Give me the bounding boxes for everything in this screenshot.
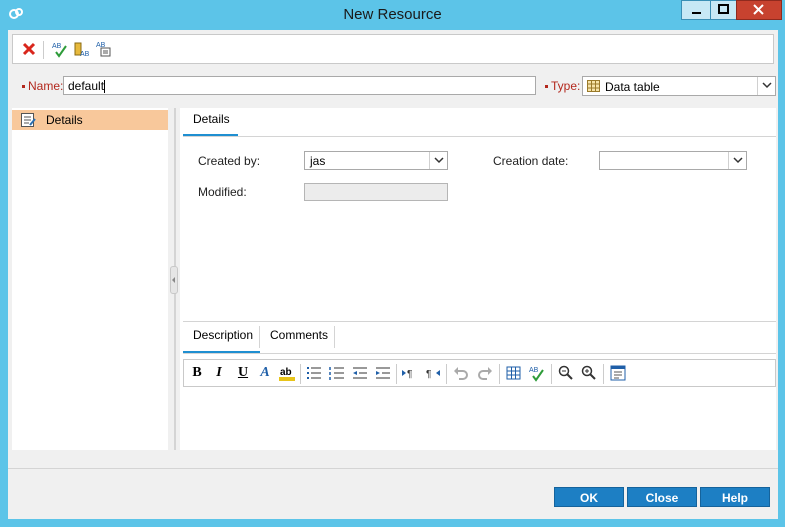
toolbar-separator	[551, 364, 552, 384]
modified-label: Modified:	[198, 185, 247, 199]
spell-check-icon[interactable]: AB	[51, 40, 69, 58]
numbered-list-icon[interactable]	[328, 364, 346, 382]
type-label-text: Type:	[551, 79, 581, 93]
view-html-icon[interactable]	[609, 364, 627, 382]
zoom-out-icon[interactable]	[557, 364, 575, 382]
help-button[interactable]: Help	[700, 487, 770, 507]
increase-indent-icon[interactable]	[374, 364, 392, 382]
details-icon	[21, 113, 36, 127]
highlight-icon[interactable]: ab	[278, 364, 296, 382]
tab-comments[interactable]: Comments	[270, 328, 328, 342]
spelling-options-icon[interactable]: AB	[95, 40, 113, 58]
type-label: Type:	[545, 79, 580, 93]
type-select-value: Data table	[605, 80, 660, 94]
nav-item-label: Details	[46, 113, 83, 127]
type-dropdown-arrow[interactable]	[757, 77, 775, 95]
delete-icon[interactable]	[20, 40, 38, 58]
font-color-icon[interactable]: A	[256, 364, 274, 382]
tab-divider	[183, 353, 776, 354]
data-table-icon	[587, 80, 600, 92]
svg-text:¶: ¶	[407, 369, 412, 380]
main-toolbar: AB AB AB	[12, 34, 774, 64]
rich-text-toolbar: B I U A ab ¶ ¶ AB	[183, 359, 776, 387]
footer-divider	[8, 468, 778, 469]
tab-description[interactable]: Description	[193, 328, 253, 342]
chevron-left-icon	[172, 277, 175, 283]
required-marker	[545, 85, 548, 89]
toolbar-separator	[300, 364, 301, 384]
dialog-body: AB AB AB Name: default Type: Data table	[8, 30, 778, 519]
side-navigation: Details	[12, 108, 168, 450]
details-panel: Details Created by: jas Creation date: M…	[180, 108, 776, 450]
tab-separator	[259, 326, 260, 348]
modified-field	[304, 183, 448, 201]
tab-details[interactable]: Details	[193, 112, 230, 126]
thesaurus-icon[interactable]: AB	[73, 40, 91, 58]
close-icon	[753, 4, 764, 15]
maximize-button[interactable]	[710, 0, 737, 20]
bullet-list-icon[interactable]	[305, 364, 323, 382]
minimize-button[interactable]	[681, 0, 711, 20]
minimize-icon	[692, 12, 701, 14]
toolbar-separator	[446, 364, 447, 384]
creation-date-picker[interactable]	[599, 151, 747, 170]
creation-date-dropdown-arrow[interactable]	[728, 152, 746, 169]
creation-date-label: Creation date:	[493, 154, 569, 168]
created-by-label: Created by:	[198, 154, 261, 168]
maximize-icon	[718, 4, 729, 14]
svg-text:AB: AB	[52, 43, 62, 50]
name-input-value: default	[68, 79, 105, 93]
title-bar: New Resource	[0, 0, 785, 30]
created-by-dropdown-arrow[interactable]	[429, 152, 447, 169]
close-button[interactable]: Close	[627, 487, 697, 507]
italic-icon[interactable]: I	[210, 364, 228, 382]
zoom-in-icon[interactable]	[580, 364, 598, 382]
name-label-text: Name:	[28, 79, 64, 93]
svg-text:ab: ab	[280, 367, 292, 378]
name-label: Name:	[22, 79, 63, 93]
decrease-indent-icon[interactable]	[351, 364, 369, 382]
underline-icon[interactable]: U	[234, 364, 252, 382]
svg-text:¶: ¶	[426, 369, 431, 380]
close-window-button[interactable]	[736, 0, 782, 20]
chevron-down-icon	[762, 82, 772, 89]
bold-icon[interactable]: B	[188, 364, 206, 382]
name-input[interactable]: default	[63, 76, 536, 95]
toolbar-separator	[499, 364, 500, 384]
collapse-panel-handle[interactable]	[170, 266, 178, 294]
right-to-left-icon[interactable]: ¶	[424, 364, 442, 382]
section-divider	[183, 321, 776, 322]
svg-text:AB: AB	[80, 51, 90, 58]
redo-icon[interactable]	[476, 364, 494, 382]
ok-button[interactable]: OK	[554, 487, 624, 507]
text-cursor	[104, 80, 106, 94]
description-editor-area[interactable]	[183, 388, 776, 448]
svg-text:AB: AB	[529, 367, 539, 374]
toolbar-separator	[396, 364, 397, 384]
required-marker	[22, 85, 25, 89]
insert-table-icon[interactable]	[505, 364, 523, 382]
nav-item-details[interactable]: Details	[12, 110, 168, 130]
undo-icon[interactable]	[452, 364, 470, 382]
chevron-down-icon	[733, 157, 743, 164]
left-to-right-icon[interactable]: ¶	[401, 364, 419, 382]
tab-separator	[334, 326, 335, 348]
type-select[interactable]: Data table	[582, 76, 776, 96]
created-by-value: jas	[310, 154, 326, 168]
tab-divider	[183, 136, 776, 137]
window-title: New Resource	[343, 6, 442, 23]
chevron-down-icon	[434, 157, 444, 164]
created-by-select[interactable]: jas	[304, 151, 448, 170]
toolbar-separator	[603, 364, 604, 384]
spell-check-icon[interactable]: AB	[528, 364, 546, 382]
toolbar-separator	[43, 41, 44, 59]
